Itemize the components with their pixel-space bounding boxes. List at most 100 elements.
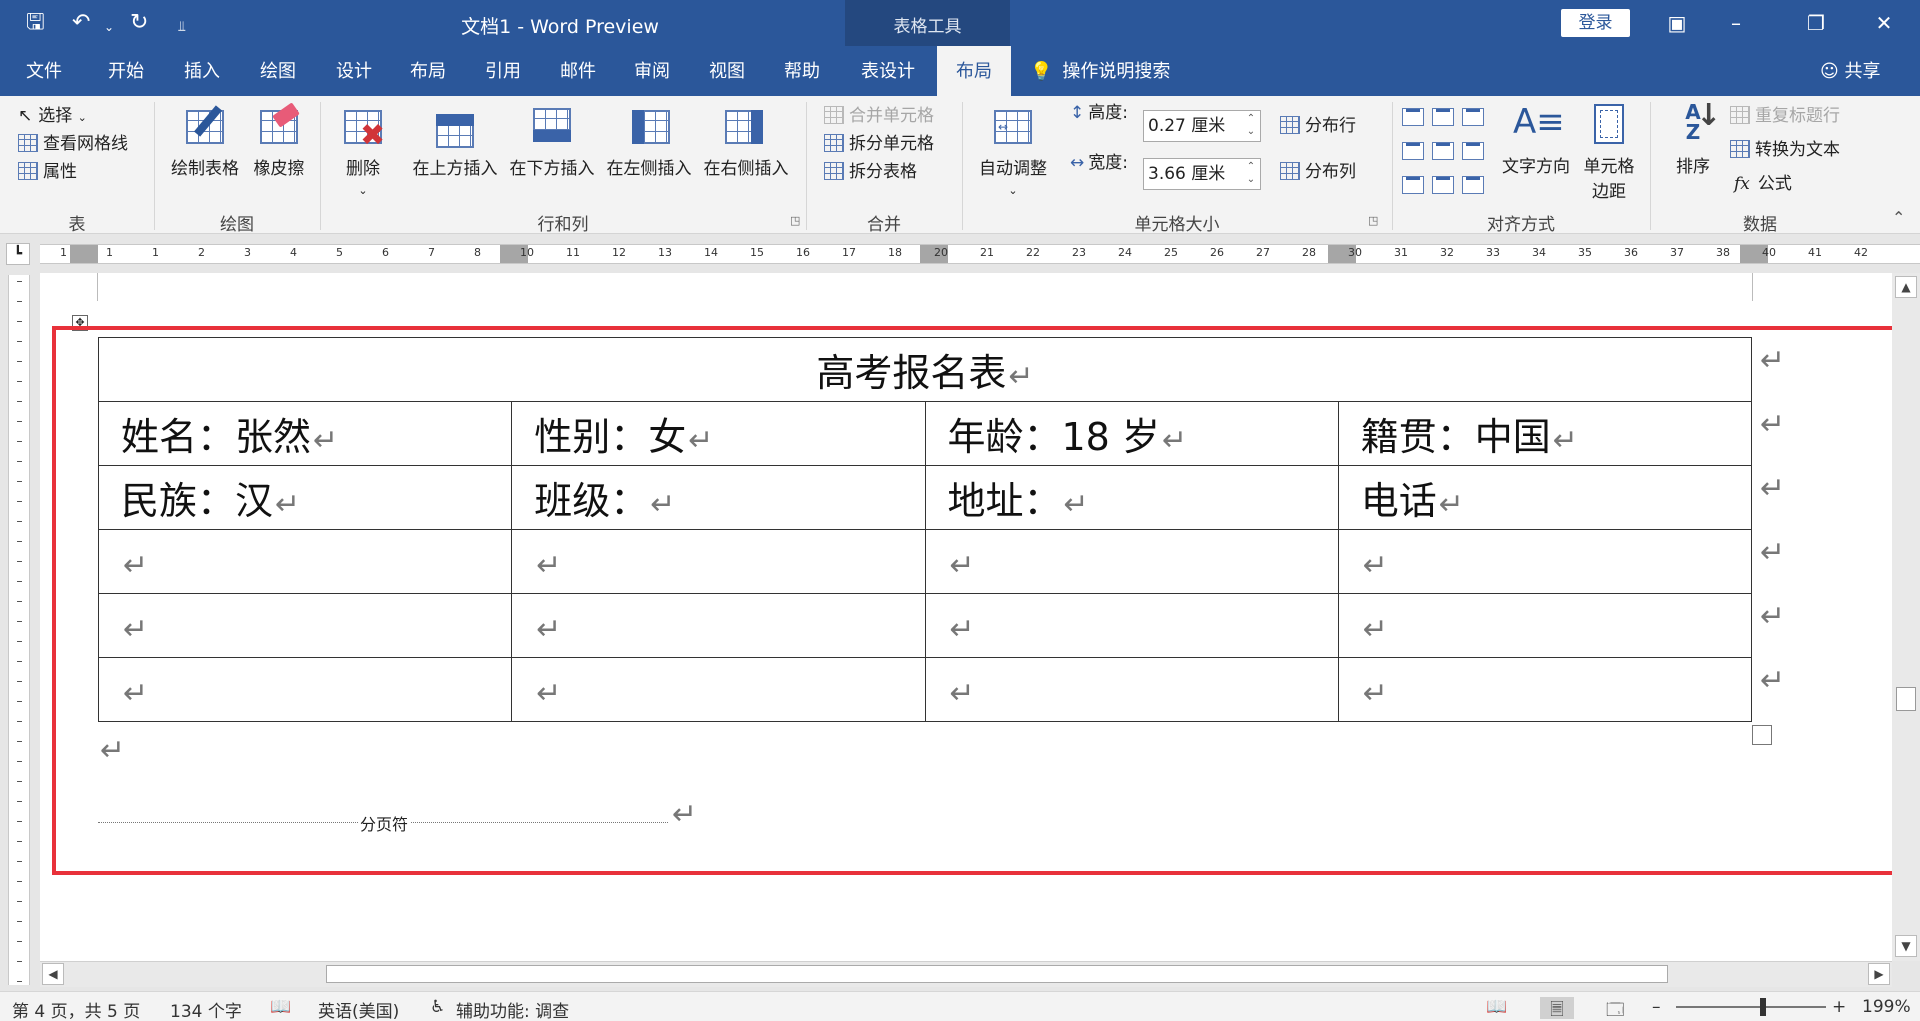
- ruler-tick: [17, 761, 22, 762]
- align-bottom-right-icon[interactable]: [1462, 176, 1484, 194]
- tell-me-search[interactable]: 💡 操作说明搜索: [1030, 46, 1170, 98]
- ruler-number: 25: [1164, 246, 1178, 259]
- ruler-tick: [17, 981, 22, 982]
- ruler-tick: [17, 921, 22, 922]
- cell-margins-button[interactable]: 单元格 边距: [1578, 102, 1640, 202]
- text-direction-button[interactable]: A≡ 文字方向: [1496, 102, 1576, 177]
- zoom-in-icon[interactable]: +: [1832, 997, 1846, 1017]
- ruler-tick: [17, 321, 22, 322]
- close-icon[interactable]: ✕: [1854, 8, 1914, 38]
- width-input[interactable]: 3.66 厘米 ⌃ ⌄: [1143, 158, 1261, 190]
- zoom-slider-thumb[interactable]: [1760, 998, 1766, 1016]
- height-spin-arrows[interactable]: ⌃ ⌄: [1244, 112, 1258, 138]
- ruler-number: 17: [842, 246, 856, 259]
- horizontal-ruler[interactable]: 1 1 1 2 3 4 5 6 7 8 10 11 12 13 14 15 16 17 18 20 21 22 23 24 25…: [40, 244, 1920, 264]
- ruler-number: 16: [796, 246, 810, 259]
- vertical-ruler[interactable]: [8, 275, 30, 985]
- zoom-out-icon[interactable]: –: [1652, 997, 1661, 1017]
- share-button[interactable]: ☺ 共享: [1820, 46, 1881, 98]
- align-middle-left-icon[interactable]: [1402, 142, 1424, 160]
- align-middle-right-icon[interactable]: [1462, 142, 1484, 160]
- dialog-launcher-icon[interactable]: ◳: [790, 214, 800, 227]
- split-cells-button[interactable]: 拆分单元格: [824, 132, 934, 156]
- tab-insert[interactable]: 插入: [164, 46, 240, 96]
- tab-references[interactable]: 引用: [465, 46, 541, 96]
- tab-table-layout[interactable]: 布局: [937, 46, 1011, 96]
- print-layout-icon[interactable]: 🗏: [1540, 997, 1574, 1020]
- draw-table-button[interactable]: 绘制表格: [166, 104, 244, 179]
- insert-above-button[interactable]: 在上方插入: [408, 104, 502, 179]
- tab-selector[interactable]: ┗: [6, 243, 30, 265]
- ruler-number: 34: [1532, 246, 1546, 259]
- properties-button[interactable]: 属性: [18, 160, 77, 184]
- language-indicator[interactable]: 英语(美国): [318, 997, 399, 1021]
- ruler-tick: [17, 961, 22, 962]
- delete-button[interactable]: ✖ 删除 ⌄: [334, 104, 392, 199]
- vertical-scroll-thumb[interactable]: [1896, 687, 1916, 711]
- split-table-button[interactable]: 拆分表格: [824, 160, 917, 184]
- convert-to-text-button[interactable]: 转换为文本: [1730, 138, 1840, 162]
- formula-button[interactable]: fx 公式: [1730, 172, 1792, 196]
- align-bottom-left-icon[interactable]: [1402, 176, 1424, 194]
- tab-mailings[interactable]: 邮件: [540, 46, 616, 96]
- ribbon-display-icon[interactable]: ▣: [1647, 8, 1707, 38]
- minimize-icon[interactable]: –: [1706, 8, 1766, 38]
- margin-mark: [1752, 273, 1753, 301]
- align-middle-center-icon[interactable]: [1432, 142, 1454, 160]
- web-layout-icon[interactable]: 🗔: [1606, 997, 1624, 1021]
- sort-button[interactable]: A Z ↓ 排序: [1662, 101, 1724, 178]
- vertical-scrollbar[interactable]: ▲ ▼: [1892, 273, 1920, 961]
- align-bottom-center-icon[interactable]: [1432, 176, 1454, 194]
- merge-cells-button[interactable]: 合并单元格: [824, 104, 934, 128]
- eraser-button[interactable]: 橡皮擦: [248, 102, 310, 179]
- insert-right-button[interactable]: 在右侧插入: [699, 104, 793, 179]
- dialog-launcher-icon[interactable]: ◳: [1368, 214, 1378, 227]
- scroll-left-icon[interactable]: ◀: [42, 963, 64, 985]
- height-input[interactable]: 0.27 厘米 ⌃ ⌄: [1143, 110, 1261, 142]
- distribute-cols-button[interactable]: 分布列: [1280, 160, 1356, 184]
- tab-help[interactable]: 帮助: [764, 46, 840, 96]
- login-button[interactable]: 登录: [1561, 9, 1630, 37]
- ruler-tick: [17, 941, 22, 942]
- width-spin-arrows[interactable]: ⌃ ⌄: [1244, 160, 1258, 186]
- tab-design[interactable]: 设计: [316, 46, 392, 96]
- ruler-tick: [17, 701, 22, 702]
- proofing-icon[interactable]: 📖: [270, 997, 291, 1017]
- repeat-header-button[interactable]: 重复标题行: [1730, 104, 1840, 128]
- horizontal-scrollbar[interactable]: ◀ ▶: [40, 961, 1892, 987]
- zoom-slider[interactable]: [1676, 998, 1826, 1016]
- distribute-rows-button[interactable]: 分布行: [1280, 114, 1356, 138]
- tab-view[interactable]: 视图: [689, 46, 765, 96]
- select-button[interactable]: ↖ 选择 ⌄: [18, 104, 87, 130]
- align-top-left-icon[interactable]: [1402, 108, 1424, 126]
- scroll-right-icon[interactable]: ▶: [1868, 963, 1890, 985]
- restore-icon[interactable]: ❐: [1786, 8, 1846, 38]
- tab-home[interactable]: 开始: [88, 46, 164, 96]
- ruler-tick: [17, 741, 22, 742]
- word-count[interactable]: 134 个字: [170, 997, 242, 1021]
- align-top-center-icon[interactable]: [1432, 108, 1454, 126]
- tab-draw[interactable]: 绘图: [240, 46, 316, 96]
- margin-mark: [97, 273, 98, 301]
- align-top-right-icon[interactable]: [1462, 108, 1484, 126]
- tab-review[interactable]: 审阅: [614, 46, 690, 96]
- accessibility-status[interactable]: 辅助功能: 调查: [456, 997, 569, 1021]
- tab-file[interactable]: 文件: [0, 46, 88, 96]
- insert-left-button[interactable]: 在左侧插入: [602, 104, 696, 179]
- zoom-level[interactable]: 199%: [1862, 997, 1911, 1017]
- collapse-ribbon-icon[interactable]: ⌃: [1892, 208, 1905, 227]
- scroll-down-icon[interactable]: ▼: [1895, 935, 1917, 957]
- height-label: ↕ 高度:: [1070, 103, 1128, 123]
- ribbon-tabs: 文件 开始 插入 绘图 设计 布局 引用 邮件 审阅 视图 帮助 表设计 布局 …: [0, 46, 1920, 96]
- ruler-number: 32: [1440, 246, 1454, 259]
- read-mode-icon[interactable]: 📖: [1486, 997, 1507, 1017]
- insert-below-button[interactable]: 在下方插入: [505, 104, 599, 179]
- tab-table-design[interactable]: 表设计: [845, 46, 931, 96]
- scroll-up-icon[interactable]: ▲: [1895, 276, 1917, 298]
- tab-layout-page[interactable]: 布局: [390, 46, 466, 96]
- share-label: 共享: [1844, 61, 1881, 82]
- horizontal-scroll-thumb[interactable]: [326, 965, 1668, 983]
- autofit-button[interactable]: ↔ 自动调整 ⌄: [970, 104, 1056, 199]
- page-count[interactable]: 第 4 页，共 5 页: [12, 997, 140, 1021]
- view-gridlines-button[interactable]: 查看网格线: [18, 132, 128, 156]
